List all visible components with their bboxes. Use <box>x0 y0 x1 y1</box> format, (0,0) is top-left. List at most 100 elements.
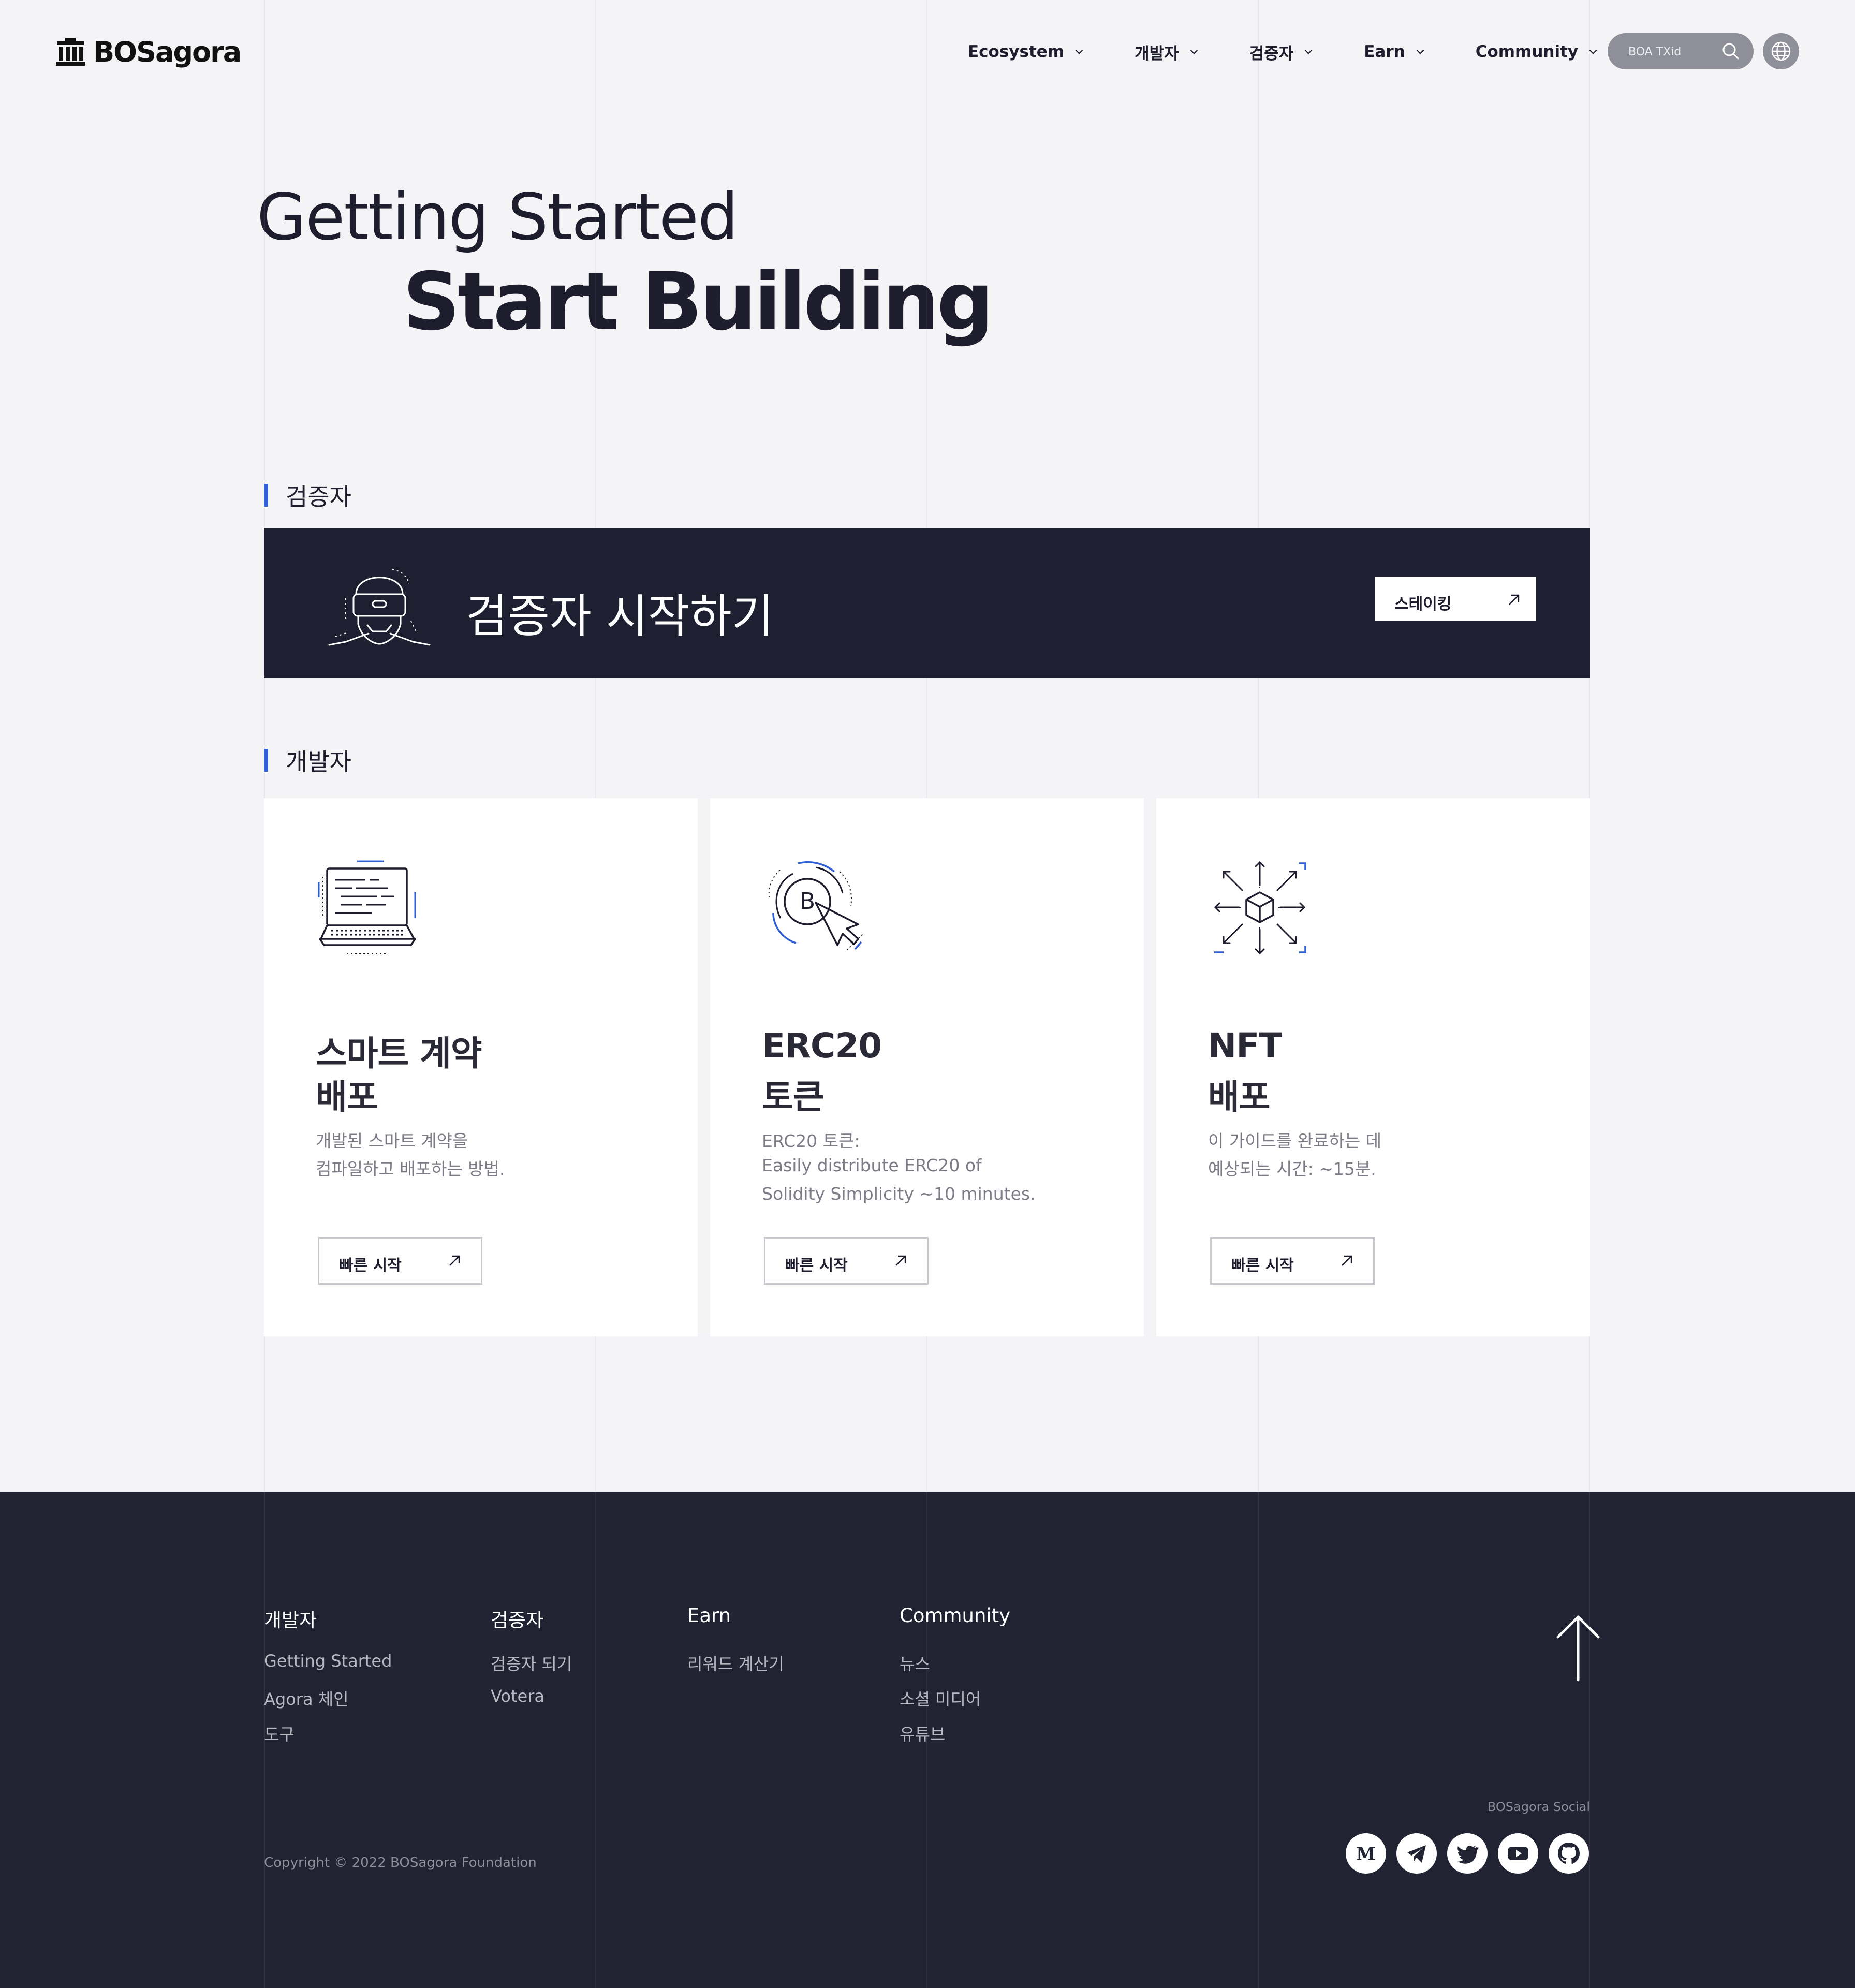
section-label-developer: 개발자 <box>264 747 351 776</box>
section-label-validator: 검증자 <box>264 482 351 511</box>
copyright: Copyright © 2022 BOSagora Foundation <box>264 1855 537 1871</box>
nav-label: Community <box>1475 42 1579 61</box>
button-label: 스테이킹 <box>1394 595 1452 613</box>
chevron-down-icon <box>1190 49 1198 54</box>
quick-start-button[interactable]: 빠른 시작 <box>1210 1237 1375 1285</box>
chevron-down-icon <box>1589 49 1597 54</box>
chevron-down-icon <box>1075 49 1083 54</box>
chevron-down-icon <box>1304 49 1313 54</box>
card-desc-line1: 개발된 스마트 계약을 <box>316 1131 468 1151</box>
bank-icon <box>56 38 85 66</box>
nav-developer[interactable]: 개발자 <box>1135 40 1200 64</box>
social-twitter[interactable] <box>1447 1833 1488 1874</box>
social-medium[interactable]: M <box>1346 1833 1386 1874</box>
footer-link[interactable]: Getting Started <box>264 1651 392 1686</box>
laptop-code-icon <box>318 860 416 954</box>
card-desc-line3: Solidity Simplicity ~10 minutes. <box>762 1184 1036 1204</box>
section-label-text: 개발자 <box>286 748 351 776</box>
footer-link[interactable]: 도구 <box>264 1721 392 1757</box>
search-input[interactable] <box>1627 33 1722 70</box>
card-title-line1: 스마트 계약 <box>316 1034 482 1073</box>
footer-heading: 검증자 <box>491 1609 544 1631</box>
social-label: BOSagora Social <box>1487 1800 1590 1814</box>
quick-start-button[interactable]: 빠른 시작 <box>318 1237 482 1285</box>
youtube-icon <box>1508 1847 1528 1860</box>
social-github[interactable] <box>1549 1833 1589 1874</box>
search-icon[interactable] <box>1720 41 1741 62</box>
card-desc-line1: ERC20 토큰: <box>762 1131 860 1151</box>
card-desc-line2: 예상되는 시간: ~15분. <box>1208 1159 1376 1179</box>
footer-link[interactable]: 뉴스 <box>900 1651 1010 1686</box>
nav-label: Ecosystem <box>968 42 1065 61</box>
logo[interactable]: BOSagora <box>55 30 242 73</box>
nav-validator[interactable]: 검증자 <box>1249 40 1315 64</box>
nav-label: 검증자 <box>1249 44 1294 63</box>
accent-bar <box>264 484 268 507</box>
staking-button[interactable]: 스테이킹 <box>1374 576 1537 622</box>
hero-title: Start Building <box>403 256 994 348</box>
footer-link[interactable]: 리워드 계산기 <box>687 1651 784 1686</box>
accent-bar <box>264 749 268 772</box>
footer-heading: 개발자 <box>264 1609 317 1631</box>
nav-label: Earn <box>1364 42 1405 61</box>
vr-headset-avatar-icon <box>328 569 431 646</box>
chevron-down-icon <box>1416 49 1424 54</box>
footer-link[interactable]: 소셜 미디어 <box>900 1686 1010 1721</box>
medium-icon: M <box>1356 1844 1376 1864</box>
svg-text:B: B <box>800 888 815 915</box>
footer-col-community: Community 뉴스 소셜 미디어 유튜브 <box>900 1604 1010 1757</box>
button-label: 빠른 시작 <box>1231 1257 1294 1275</box>
arrow-up-right-icon <box>449 1255 460 1266</box>
token-click-icon: B <box>768 861 864 951</box>
footer-col-developer: 개발자 Getting Started Agora 체인 도구 <box>264 1604 392 1757</box>
section-label-text: 검증자 <box>286 483 351 511</box>
footer-heading: Community <box>900 1604 1011 1627</box>
scroll-to-top-icon[interactable] <box>1555 1614 1601 1684</box>
footer-col-validator: 검증자 검증자 되기 Votera <box>491 1604 572 1721</box>
button-label: 빠른 시작 <box>785 1257 848 1275</box>
social-youtube[interactable] <box>1498 1833 1538 1874</box>
validator-banner: 검증자 시작하기 스테이킹 <box>264 528 1590 678</box>
footer-link[interactable]: 유튜브 <box>900 1721 1010 1757</box>
svg-text:M: M <box>1356 1844 1376 1864</box>
card-title-line2: 배포 <box>1208 1077 1270 1117</box>
nav-community[interactable]: Community <box>1476 42 1599 61</box>
hero-subtitle: Getting Started <box>257 180 739 255</box>
quick-start-button[interactable]: 빠른 시작 <box>764 1237 929 1285</box>
card-smart-contract: 스마트 계약 배포 개발된 스마트 계약을 컴파일하고 배포하는 방법. 빠른 … <box>264 798 698 1336</box>
footer-link[interactable]: 검증자 되기 <box>491 1651 572 1686</box>
arrow-up-right-icon <box>895 1255 906 1266</box>
button-label: 빠른 시작 <box>339 1257 402 1275</box>
logo-text: BOSagora <box>93 35 242 68</box>
arrow-up-right-icon <box>1342 1255 1352 1266</box>
card-desc-line2: Easily distribute ERC20 of <box>762 1155 982 1175</box>
footer-link[interactable]: Agora 체인 <box>264 1686 392 1721</box>
nav-label: 개발자 <box>1135 44 1179 63</box>
footer-heading: Earn <box>687 1604 731 1627</box>
site-header: BOSagora Ecosystem 개발자 검증자 Earn Communit… <box>0 0 1855 104</box>
footer-link[interactable]: Votera <box>491 1686 572 1721</box>
social-telegram[interactable] <box>1396 1833 1437 1874</box>
globe-icon <box>1771 41 1791 61</box>
language-button[interactable] <box>1763 33 1799 69</box>
card-desc-line2: 컴파일하고 배포하는 방법. <box>316 1159 505 1179</box>
card-title-line1: NFT <box>1208 1026 1282 1066</box>
twitter-icon <box>1458 1846 1479 1864</box>
nav-ecosystem[interactable]: Ecosystem <box>968 42 1085 61</box>
arrow-up-right-icon <box>1509 594 1520 605</box>
banner-title: 검증자 시작하기 <box>466 590 774 643</box>
search-box <box>1608 33 1754 70</box>
card-desc-line1: 이 가이드를 완료하는 데 <box>1208 1131 1382 1151</box>
social-links: M <box>1346 1833 1589 1874</box>
footer-col-earn: Earn 리워드 계산기 <box>687 1604 784 1686</box>
github-icon <box>1558 1843 1580 1864</box>
card-nft: NFT 배포 이 가이드를 완료하는 데 예상되는 시간: ~15분. 빠른 시… <box>1156 798 1590 1336</box>
card-title-line2: 토큰 <box>762 1077 824 1117</box>
card-erc20-token: B ERC20 토큰 ERC20 토큰: Easily distribute E… <box>710 798 1144 1336</box>
nav-earn[interactable]: Earn <box>1364 42 1425 61</box>
main-nav: Ecosystem 개발자 검증자 Earn Community <box>968 36 1599 67</box>
cube-expand-icon <box>1214 861 1306 955</box>
card-title-line2: 배포 <box>316 1077 378 1117</box>
telegram-icon <box>1407 1845 1426 1863</box>
card-title-line1: ERC20 <box>762 1026 882 1066</box>
